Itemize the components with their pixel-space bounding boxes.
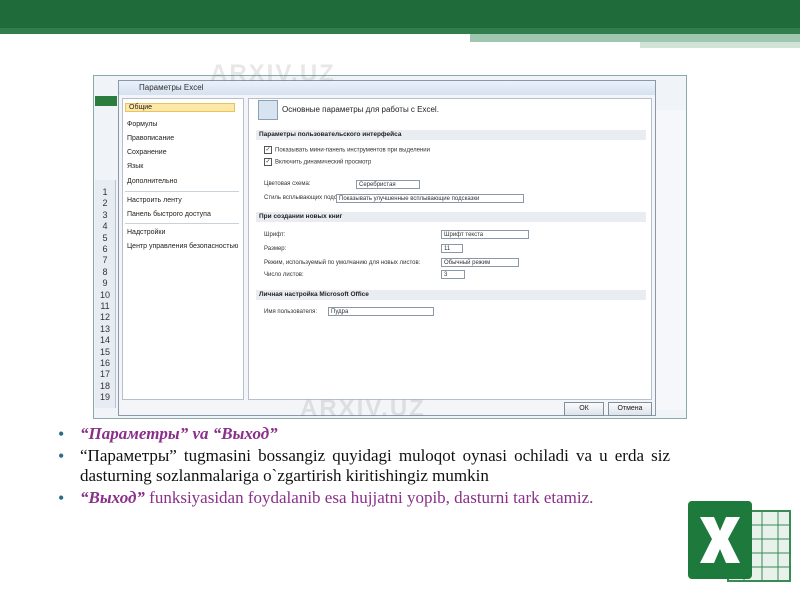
watermark: ARXIV.UZ — [300, 395, 426, 422]
nav-ribbon[interactable]: Настроить ленту — [127, 197, 182, 204]
cancel-button[interactable]: Отмена — [608, 402, 652, 416]
option-label: Включить динамический просмотр — [275, 159, 372, 166]
nav-save[interactable]: Сохранение — [127, 149, 167, 156]
row-number[interactable]: 5 — [95, 233, 115, 243]
options-nav: Общие Формулы Правописание Сохранение Яз… — [122, 98, 244, 400]
username-label: Имя пользователя: — [264, 309, 318, 315]
font-label: Шрифт: — [264, 232, 286, 238]
nav-proofing[interactable]: Правописание — [127, 135, 174, 142]
color-scheme-label: Цветовая схема: — [264, 181, 311, 187]
row-number[interactable]: 14 — [95, 335, 115, 345]
checkbox-icon[interactable]: ✓ — [264, 146, 272, 154]
row-number[interactable]: 8 — [95, 267, 115, 277]
row-number[interactable]: 18 — [95, 381, 115, 391]
watermark: ARXIV.UZ — [210, 60, 336, 87]
row-number[interactable]: 13 — [95, 324, 115, 334]
banner-accent-light — [640, 42, 800, 48]
sheets-stepper[interactable]: 3 — [441, 270, 465, 279]
mode-select[interactable]: Обычный режим — [441, 258, 519, 267]
nav-trust-center[interactable]: Центр управления безопасностью — [127, 243, 238, 250]
row-number[interactable]: 16 — [95, 358, 115, 368]
bullet-item: • “Параметры” tugmasini bossangiz quyidag… — [58, 446, 670, 485]
row-number[interactable]: 15 — [95, 347, 115, 357]
size-select[interactable]: 11 — [441, 244, 463, 253]
checkbox-icon[interactable]: ✓ — [264, 158, 272, 166]
username-input[interactable]: Пудра — [328, 307, 434, 316]
nav-divider — [125, 223, 239, 224]
row-number[interactable]: 6 — [95, 244, 115, 254]
bullet-icon: • — [58, 446, 65, 466]
row-number[interactable]: 2 — [95, 198, 115, 208]
row-number[interactable]: 4 — [95, 221, 115, 231]
size-label: Размер: — [264, 246, 287, 252]
nav-formulas[interactable]: Формулы — [127, 121, 157, 128]
dialog-title: Параметры Excel — [119, 81, 655, 95]
row-number[interactable]: 19 — [95, 392, 115, 402]
ok-button[interactable]: ОК — [564, 402, 604, 416]
row-number[interactable]: 10 — [95, 290, 115, 300]
bullet-list: • “Параметры” va “Выход” • “Параметры” tug… — [58, 424, 670, 510]
section-ui: Параметры пользовательского интерфейса — [256, 130, 646, 140]
nav-addins[interactable]: Надстройки — [127, 229, 165, 236]
section-office: Личная настройка Microsoft Office — [256, 290, 646, 300]
row-number[interactable]: 3 — [95, 210, 115, 220]
mode-label: Режим, используемый по умолчанию для нов… — [264, 260, 421, 266]
sheets-label: Число листов: — [264, 272, 304, 278]
settings-icon — [258, 100, 278, 120]
section-new-books: При создании новых книг — [256, 212, 646, 222]
bullet-item: • “Выход” funksiyasidan foydalanib esa hu… — [58, 488, 594, 508]
file-tab[interactable] — [95, 96, 117, 106]
banner-accent — [470, 34, 800, 42]
nav-divider — [125, 191, 239, 192]
top-banner — [0, 0, 800, 28]
bullet-icon: • — [58, 424, 65, 444]
option-label: Показывать мини-панель инструментов при … — [275, 147, 430, 154]
row-number[interactable]: 7 — [95, 255, 115, 265]
color-scheme-select[interactable]: Серебристая — [356, 180, 420, 189]
bullet-item: • “Параметры” va “Выход” — [58, 424, 278, 444]
nav-advanced[interactable]: Дополнительно — [127, 178, 177, 185]
font-select[interactable]: Шрифт текста — [441, 230, 529, 239]
nav-quick-access[interactable]: Панель быстрого доступа — [127, 211, 211, 218]
row-number[interactable]: 12 — [95, 312, 115, 322]
ribbon-right — [655, 110, 686, 410]
row-number[interactable]: 11 — [95, 301, 115, 311]
row-number[interactable]: 1 — [95, 187, 115, 197]
nav-general[interactable]: Общие — [125, 103, 235, 112]
option-live-preview[interactable]: ✓ Включить динамический просмотр — [264, 158, 371, 166]
row-number[interactable]: 17 — [95, 369, 115, 379]
bullet-icon: • — [58, 488, 65, 508]
nav-language[interactable]: Язык — [127, 163, 143, 170]
content-header: Основные параметры для работы с Excel. — [282, 105, 439, 114]
row-number[interactable]: 9 — [95, 278, 115, 288]
excel-logo-icon — [688, 501, 791, 582]
option-mini-toolbar[interactable]: ✓ Показывать мини-панель инструментов при… — [264, 146, 430, 154]
tooltip-style-select[interactable]: Показывать улучшенные всплывающие подска… — [336, 194, 524, 203]
